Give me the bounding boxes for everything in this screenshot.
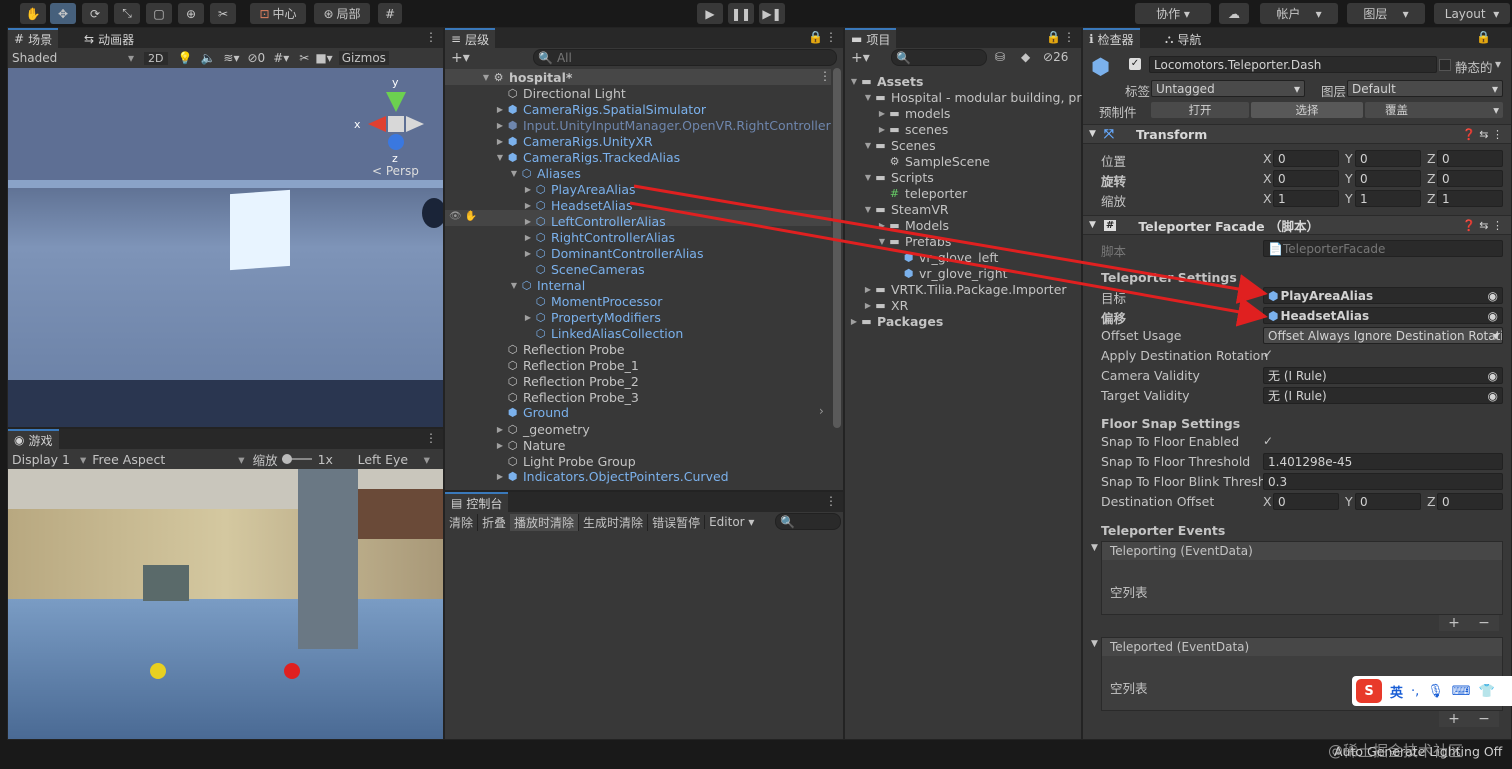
arrow-headset (629, 201, 1268, 327)
arrow-playarea (633, 184, 1268, 304)
annotation-arrows (629, 184, 1268, 327)
